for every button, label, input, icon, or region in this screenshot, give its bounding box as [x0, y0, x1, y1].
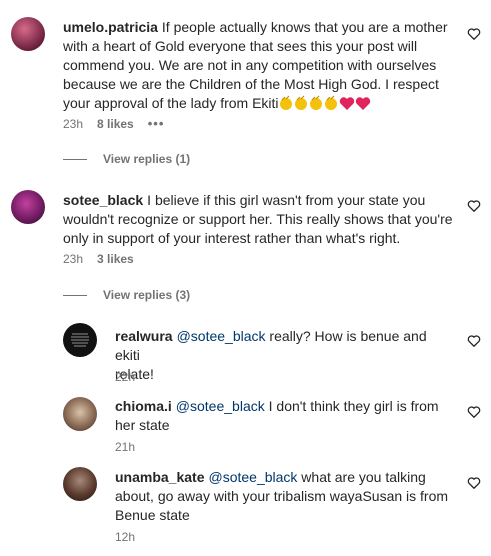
comment-text: umelo.patricia If people actually knows t…: [63, 18, 458, 113]
red-heart-emoji: [339, 97, 354, 110]
reply-meta: 12h: [115, 530, 135, 544]
emoji-group: [279, 95, 371, 111]
reply-body-line1: I don't think they girl is from: [264, 398, 439, 414]
timestamp[interactable]: 23h: [63, 252, 83, 266]
replies-divider: [63, 158, 87, 160]
reply-meta: 21h: [115, 440, 135, 454]
reply-body-line2: her state: [115, 417, 170, 433]
avatar[interactable]: [63, 397, 97, 431]
timestamp[interactable]: 23h: [63, 117, 83, 131]
reply-body-line1: what are you talking: [297, 469, 426, 485]
avatar[interactable]: [63, 323, 97, 357]
timestamp[interactable]: 22h: [115, 370, 135, 384]
heart-outline-icon[interactable]: [467, 476, 481, 490]
red-heart-emoji: [355, 97, 370, 110]
timestamp[interactable]: 12h: [115, 530, 135, 544]
comment-meta: 23h 8 likes •••: [63, 116, 164, 131]
clap-emoji: [279, 95, 292, 110]
reply-body-line2: about, go away with your tribalism wayaS…: [115, 488, 449, 504]
view-replies-button[interactable]: View replies (3): [63, 288, 190, 302]
more-options-icon[interactable]: •••: [148, 116, 165, 131]
view-replies-label: View replies (3): [103, 288, 191, 302]
reply-text: unamba_kate @sotee_black what are you tal…: [115, 468, 460, 525]
reply-body-line3: Benue state: [115, 507, 190, 523]
username[interactable]: unamba_kate: [115, 469, 204, 485]
replies-divider: [63, 294, 87, 296]
mention-link[interactable]: @sotee_black: [177, 328, 266, 344]
mention-link[interactable]: @sotee_black: [208, 469, 297, 485]
reply-meta: 22h: [115, 370, 135, 384]
clap-emoji: [294, 95, 307, 110]
avatar-text-graphic: [71, 333, 89, 347]
username[interactable]: umelo.patricia: [63, 19, 158, 35]
username[interactable]: realwura: [115, 328, 173, 344]
view-replies-label: View replies (1): [103, 152, 191, 166]
mention-link[interactable]: @sotee_black: [176, 398, 265, 414]
timestamp[interactable]: 21h: [115, 440, 135, 454]
clap-emoji: [309, 95, 322, 110]
view-replies-button[interactable]: View replies (1): [63, 152, 190, 166]
clap-emoji: [324, 95, 337, 110]
username[interactable]: chioma.i: [115, 398, 172, 414]
avatar[interactable]: [11, 17, 45, 51]
avatar[interactable]: [63, 467, 97, 501]
likes-count[interactable]: 8 likes: [97, 117, 134, 131]
username[interactable]: sotee_black: [63, 192, 143, 208]
comment-text: sotee_black I believe if this girl wasn't…: [63, 191, 458, 248]
heart-outline-icon[interactable]: [467, 27, 481, 41]
reply-text: chioma.i @sotee_black I don't think they …: [115, 397, 455, 435]
likes-count[interactable]: 3 likes: [97, 252, 134, 266]
heart-outline-icon[interactable]: [467, 334, 481, 348]
reply-text: realwura @sotee_black really? How is benu…: [115, 327, 455, 384]
avatar[interactable]: [11, 190, 45, 224]
heart-outline-icon[interactable]: [467, 199, 481, 213]
comment-meta: 23h 3 likes: [63, 252, 134, 266]
heart-outline-icon[interactable]: [467, 405, 481, 419]
